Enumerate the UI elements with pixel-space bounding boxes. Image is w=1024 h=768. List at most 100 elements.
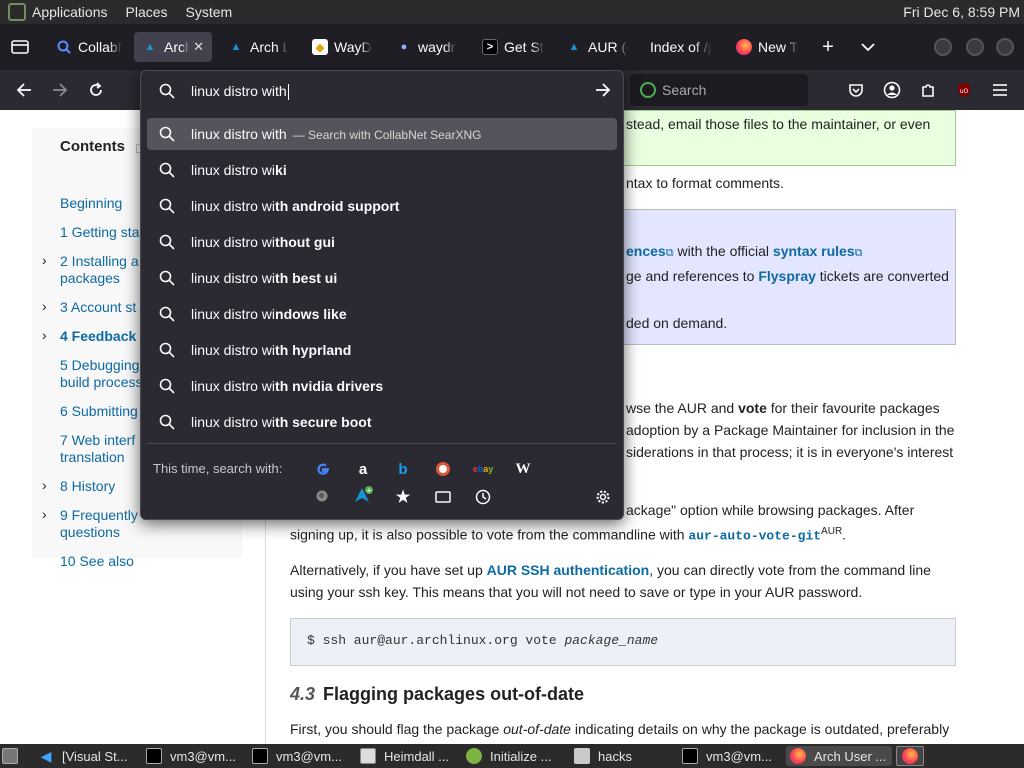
new-tab-plus-icon[interactable]: + — [816, 35, 840, 59]
aur-ssh-auth-link[interactable]: AUR SSH authentication — [487, 562, 650, 578]
tab-get-started[interactable]: > Get Started — [482, 32, 544, 62]
wikipedia-icon[interactable]: W — [513, 459, 533, 479]
gear-icon[interactable] — [593, 487, 613, 507]
suggestion-item[interactable]: linux distro with nvidia drivers — [147, 370, 617, 402]
ebay-icon[interactable]: ebay — [473, 459, 494, 479]
tab-list-icon[interactable] — [8, 35, 32, 59]
back-arrow-icon[interactable] — [12, 78, 36, 102]
chevron-down-icon[interactable] — [856, 35, 880, 59]
suggestion-item[interactable]: linux distro with hyprland — [147, 334, 617, 366]
chevron-right-icon[interactable]: › — [42, 477, 47, 493]
tab-arch-linux[interactable]: ▲ Arch Linux — [228, 32, 288, 62]
ublock-icon[interactable]: uO — [952, 78, 976, 102]
app-icon — [466, 748, 482, 764]
show-desktop-button[interactable] — [2, 746, 26, 766]
clock[interactable]: Fri Dec 6, 8:59 PM — [903, 4, 1020, 20]
close-tab-icon[interactable]: ✕ — [193, 39, 204, 55]
paragraph-text: ded on demand. — [626, 315, 728, 331]
url-input[interactable]: linux distro with — [141, 71, 623, 111]
arch-add-icon[interactable]: + — [353, 485, 373, 505]
search-icon — [159, 83, 175, 99]
tab-collabnet[interactable]: CollabNet — [56, 32, 122, 62]
suggestion-item[interactable]: linux distro without gui — [147, 226, 617, 258]
extensions-icon[interactable] — [916, 78, 940, 102]
google-icon[interactable] — [313, 459, 333, 479]
urlbar-dropdown: linux distro with linux distro with — Sea… — [140, 70, 624, 520]
tab-index-of[interactable]: Index of /p — [650, 32, 712, 62]
paragraph-text: ences⧉ with the official syntax rules⧉ — [626, 243, 863, 259]
distro-logo-icon[interactable] — [8, 3, 26, 21]
chevron-right-icon[interactable]: › — [42, 506, 47, 522]
divider — [147, 443, 617, 444]
taskbar-item-hacks[interactable]: hacks — [574, 746, 674, 766]
searxng-icon[interactable] — [313, 487, 333, 507]
search-bar[interactable]: Search — [630, 74, 808, 106]
suggestion-item[interactable]: linux distro windows like — [147, 298, 617, 330]
desktop: Applications Places System Fri Dec 6, 8:… — [0, 0, 1024, 768]
forward-arrow-icon[interactable] — [48, 78, 72, 102]
chevron-right-icon[interactable]: › — [42, 252, 47, 268]
taskbar-item-initialize[interactable]: Initialize ... — [466, 746, 566, 766]
svg-text:uO: uO — [960, 88, 969, 95]
flyspray-link[interactable]: Flyspray — [758, 268, 816, 284]
paragraph-text: ntax to format comments. — [626, 175, 784, 191]
tab-aur-en[interactable]: ▲ AUR (en) — [566, 32, 628, 62]
chevron-right-icon[interactable]: › — [42, 298, 47, 314]
toc-title: Contents — [60, 138, 125, 155]
top-panel: Applications Places System Fri Dec 6, 8:… — [0, 0, 1024, 24]
search-icon — [159, 126, 175, 142]
suggestion-item[interactable]: linux distro with secure boot — [147, 406, 617, 438]
url-input-value: linux distro with — [191, 83, 287, 99]
suggestion-item[interactable]: linux distro wiki — [147, 154, 617, 186]
search-engine-icon — [640, 82, 656, 98]
taskbar-item-terminal-1[interactable]: vm3@vm... — [146, 746, 246, 766]
toc-item-see-also[interactable]: 10 See also — [60, 553, 240, 570]
search-icon — [159, 378, 175, 394]
suggestion-item[interactable]: linux distro with best ui — [147, 262, 617, 294]
paragraph-text: adoption by a Package Maintainer for inc… — [626, 422, 955, 438]
amazon-icon[interactable]: a — [353, 459, 373, 479]
menu-applications[interactable]: Applications — [32, 4, 108, 20]
bing-icon[interactable]: b — [393, 459, 413, 479]
tab-arch-user[interactable]: ▲ Arch User ✕ — [134, 32, 212, 62]
tabs-icon[interactable] — [433, 487, 453, 507]
reload-icon[interactable] — [84, 78, 108, 102]
toc-item-faq-line2[interactable]: questions — [60, 524, 240, 541]
taskbar: ◀ [Visual St... vm3@vm... vm3@vm... Heim… — [0, 744, 1024, 768]
bookmarks-star-icon[interactable]: ★ — [393, 487, 413, 507]
firefox-launcher[interactable] — [896, 746, 924, 766]
taskbar-item-terminal-2[interactable]: vm3@vm... — [252, 746, 352, 766]
pocket-icon[interactable] — [844, 78, 868, 102]
suggestion-item[interactable]: linux distro with android support — [147, 190, 617, 222]
taskbar-item-vscode[interactable]: ◀ [Visual St... — [38, 746, 138, 766]
aur-auto-vote-link[interactable]: aur-auto-vote-git — [688, 529, 821, 544]
tab-waydroid[interactable]: ◆ WayDroid — [312, 32, 372, 62]
go-arrow-icon[interactable] — [595, 80, 611, 97]
paragraph-text: ackage" option while browsing packages. … — [626, 502, 915, 518]
taskbar-item-firefox[interactable]: Arch User ... — [786, 746, 892, 766]
svg-text:+: + — [366, 487, 372, 495]
taskbar-item-terminal-3[interactable]: vm3@vm... — [682, 746, 782, 766]
search-icon — [159, 162, 175, 178]
window-maximize-button[interactable] — [966, 38, 984, 56]
menu-system[interactable]: System — [186, 4, 233, 20]
taskbar-item-heimdall[interactable]: Heimdall ... — [360, 746, 460, 766]
references-link[interactable]: ences — [626, 243, 666, 259]
duckduckgo-icon[interactable] — [433, 459, 453, 479]
search-icon — [159, 306, 175, 322]
menu-places[interactable]: Places — [126, 4, 168, 20]
window-close-button[interactable] — [996, 38, 1014, 56]
account-icon[interactable] — [880, 78, 904, 102]
section-heading: 4.3 Flagging packages out-of-date — [290, 684, 585, 704]
arch-icon: ▲ — [230, 41, 242, 53]
hamburger-menu-icon[interactable] — [988, 78, 1012, 102]
syntax-rules-link[interactable]: syntax rules — [773, 243, 855, 259]
tab-waydroid-2[interactable]: ● waydroid — [396, 32, 456, 62]
tab-new-tab[interactable]: New Tab — [736, 32, 798, 62]
history-icon[interactable] — [473, 487, 493, 507]
search-icon — [159, 234, 175, 250]
window-minimize-button[interactable] — [934, 38, 952, 56]
collabnet-icon — [56, 39, 72, 55]
chevron-right-icon[interactable]: › — [42, 327, 47, 343]
suggestion-item[interactable]: linux distro with — Search with CollabNet… — [147, 118, 617, 150]
